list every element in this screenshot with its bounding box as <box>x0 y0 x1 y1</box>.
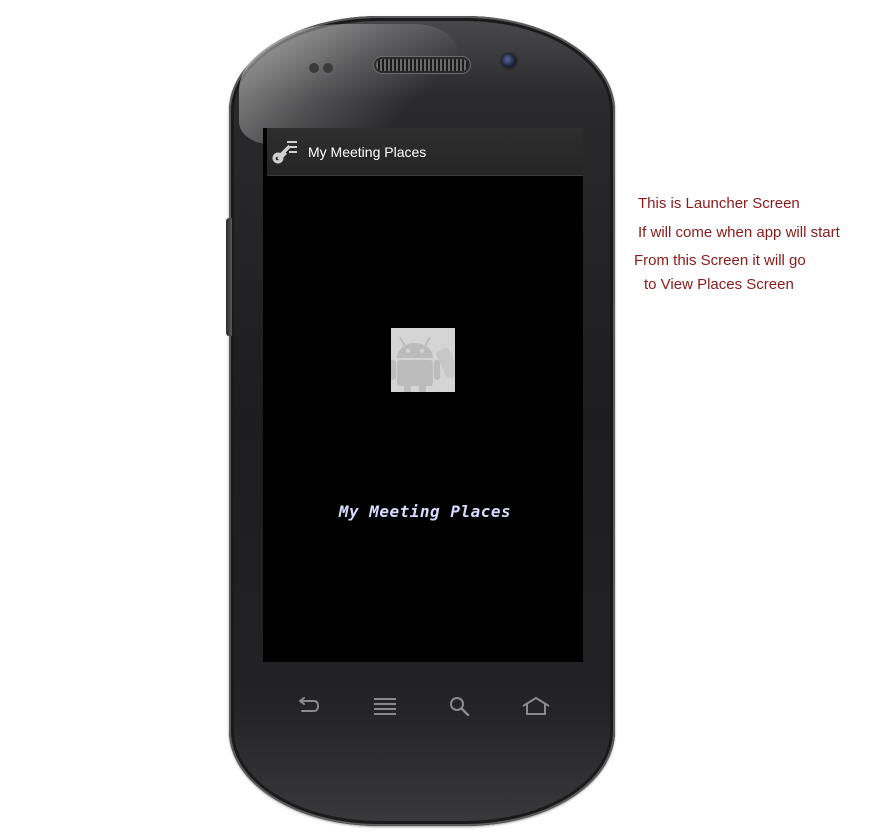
home-button[interactable] <box>519 693 553 719</box>
search-button[interactable] <box>443 693 477 719</box>
phone-screen: My Meeting Places My Meeting Places <box>263 128 583 662</box>
volume-button[interactable] <box>226 218 232 336</box>
android-robot-icon <box>391 328 455 392</box>
annotation-line: If will come when app will start <box>638 224 840 241</box>
earpiece-speaker <box>376 59 468 71</box>
search-icon <box>450 697 470 716</box>
annotation-line: This is Launcher Screen <box>638 195 800 212</box>
app-title: My Meeting Places <box>308 143 427 160</box>
home-icon <box>522 697 550 715</box>
phone-glare <box>239 24 459 144</box>
proximity-sensors <box>309 60 353 73</box>
menu-icon <box>374 698 396 715</box>
back-icon <box>299 697 320 712</box>
front-camera <box>502 54 516 68</box>
back-button[interactable] <box>290 693 324 719</box>
splash-app-name: My Meeting Places <box>338 502 512 521</box>
app-title-bar: My Meeting Places <box>267 128 583 176</box>
key-icon <box>269 137 299 167</box>
menu-button[interactable] <box>368 693 402 719</box>
annotation-line: to View Places Screen <box>644 276 794 293</box>
annotation-line: From this Screen it will go <box>634 252 806 269</box>
